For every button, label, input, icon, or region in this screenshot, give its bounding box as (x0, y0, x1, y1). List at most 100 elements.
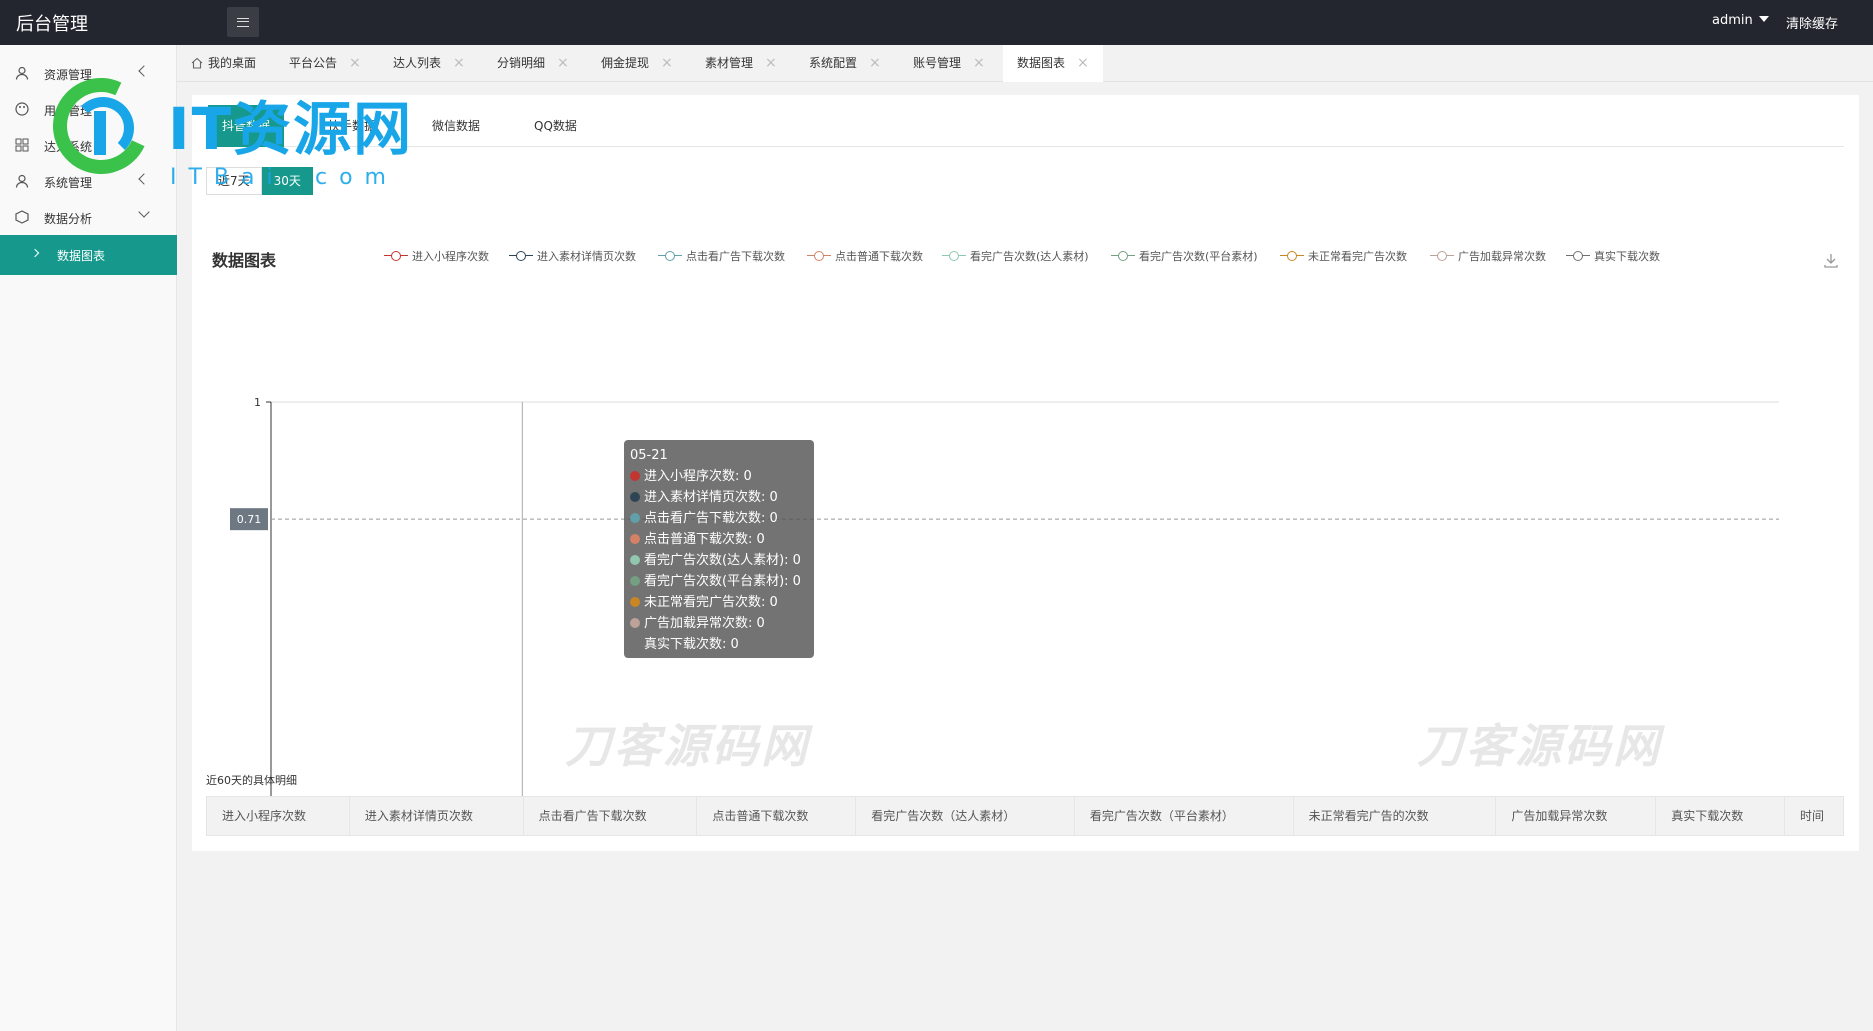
watermark-logo: IT资源网 ITBai com (39, 64, 470, 195)
tooltip-text: 进入素材详情页次数: 0 (644, 490, 778, 505)
legend-label: 广告加载异常次数 (1458, 250, 1546, 263)
tooltip-row: 进入小程序次数: 0 (630, 466, 808, 487)
table-header-cell: 时间 (1800, 809, 1825, 823)
tab-label: 系统配置 (809, 56, 858, 70)
tab-label: 数据图表 (1017, 56, 1066, 70)
close-icon[interactable]: × (973, 45, 985, 82)
tab-data-chart[interactable]: 数据图表 × (1003, 45, 1103, 82)
sidebar-item-analytics[interactable]: 数据分析 (0, 199, 177, 235)
table-header-cell: 进入小程序次数 (207, 797, 350, 835)
crosshair-y-label: 0.71 (237, 513, 262, 526)
close-icon[interactable]: × (1077, 45, 1089, 82)
legend-label: 未正常看完广告次数 (1308, 250, 1407, 263)
table-header-cell: 真实下载次数 (1656, 797, 1786, 835)
tooltip-text: 点击普通下载次数: 0 (644, 532, 765, 547)
tooltip-dot (630, 639, 640, 649)
download-icon[interactable] (1823, 252, 1839, 268)
tooltip-dot (630, 471, 640, 481)
table-header-cell: 看完广告次数（达人素材） (856, 797, 1075, 835)
watermark-bar (94, 111, 106, 155)
palette-icon (15, 102, 29, 116)
chart-title: 数据图表 (212, 251, 277, 270)
tooltip-text: 进入小程序次数: 0 (644, 469, 752, 484)
close-icon[interactable]: × (661, 45, 673, 82)
user-menu[interactable]: admin (1712, 13, 1769, 28)
legend-marker (1437, 251, 1447, 261)
brand-title: 后台管理 (16, 14, 88, 35)
legend-marker (1118, 251, 1128, 261)
tooltip-row: 看完广告次数(平台素材): 0 (630, 571, 808, 592)
sidebar-toggle-button[interactable] (227, 7, 259, 37)
close-icon[interactable]: × (869, 45, 881, 82)
watermark-subtext: com (315, 165, 398, 190)
tooltip-text: 真实下载次数: 0 (644, 637, 739, 652)
subtab-qq[interactable]: QQ数据 (534, 105, 577, 147)
legend-marker (665, 251, 675, 261)
tooltip-row: 进入素材详情页次数: 0 (630, 487, 808, 508)
user-name: admin (1712, 13, 1753, 28)
legend-label: 点击普通下载次数 (835, 250, 923, 263)
legend-marker (814, 251, 824, 261)
detail-table-header: 进入小程序次数 进入素材详情页次数 点击看广告下载次数 点击普通下载次数 看完广告次数（… (206, 796, 1844, 836)
legend-marker (1573, 251, 1583, 261)
legend-label: 进入小程序次数 (412, 250, 489, 263)
watermark-faint: 刀客源码网 (565, 719, 810, 773)
tooltip-text: 广告加载异常次数: 0 (644, 616, 765, 631)
tooltip-row: 看完广告次数(达人素材): 0 (630, 550, 808, 571)
tooltip-dot (630, 534, 640, 544)
legend-label: 进入素材详情页次数 (537, 250, 636, 263)
watermark-faint: 刀客源码网 (1417, 719, 1662, 773)
legend-label: 看完广告次数(平台素材) (1139, 250, 1258, 263)
close-icon[interactable]: × (557, 45, 569, 82)
watermark-text: IT资源网 (168, 95, 414, 163)
legend-label: 真实下载次数 (1594, 250, 1660, 263)
tooltip-dot (630, 597, 640, 607)
tooltip-dot (630, 555, 640, 565)
caret-down-icon (1758, 16, 1769, 22)
tooltip-row: 广告加载异常次数: 0 (630, 613, 808, 634)
tab-withdrawal[interactable]: 佣金提现 × (601, 45, 681, 82)
tooltip-row: 点击普通下载次数: 0 (630, 529, 808, 550)
table-header-cell: 广告加载异常次数 (1496, 797, 1657, 835)
tooltip-dot (630, 492, 640, 502)
tooltip-text: 未正常看完广告次数: 0 (644, 595, 778, 610)
tooltip-text: 看完广告次数(平台素材): 0 (644, 574, 801, 589)
user-icon (15, 174, 29, 188)
tab-label: 账号管理 (913, 56, 962, 70)
top-header: 后台管理 admin 清除缓存 (0, 0, 1873, 45)
table-header-cell: 点击看广告下载次数 (524, 797, 698, 835)
tab-label: 素材管理 (705, 56, 754, 70)
sidebar-subitem-data-chart[interactable]: 数据图表 (0, 235, 177, 275)
tooltip-row: 点击看广告下载次数: 0 (630, 508, 808, 529)
tab-materials[interactable]: 素材管理 × (705, 45, 785, 82)
chevron-down-icon (138, 206, 150, 218)
y-tick-label: 1 (254, 396, 261, 409)
tab-distribution[interactable]: 分销明细 × (497, 45, 577, 82)
tooltip-text: 看完广告次数(达人素材): 0 (644, 553, 801, 568)
chart-tooltip: 05-21 进入小程序次数: 0 进入素材详情页次数: 0 点击看广告下载次数: 0… (624, 440, 814, 658)
sidebar-subitem-label: 数据图表 (57, 249, 106, 263)
tooltip-title: 05-21 (630, 448, 668, 463)
detail-title: 近60天的具体明细 (206, 774, 297, 787)
legend-marker (516, 251, 526, 261)
watermark-subtext: ITBai (170, 165, 285, 190)
legend-label: 看完广告次数(达人素材) (970, 250, 1089, 263)
chevron-right-icon (30, 248, 40, 258)
close-icon[interactable]: × (765, 45, 777, 82)
grid-icon (15, 138, 29, 152)
tooltip-dot (630, 618, 640, 628)
tab-label: 佣金提现 (601, 56, 650, 70)
tooltip-dot (630, 513, 640, 523)
legend-marker (949, 251, 959, 261)
clear-cache-button[interactable]: 清除缓存 (1786, 13, 1838, 32)
tab-label: 分销明细 (497, 56, 546, 70)
tab-system-config[interactable]: 系统配置 × (809, 45, 889, 82)
table-header-cell: 看完广告次数（平台素材） (1075, 797, 1294, 835)
tab-accounts[interactable]: 账号管理 × (913, 45, 993, 82)
table-header-cell: 未正常看完广告的次数 (1294, 797, 1497, 835)
tooltip-text: 点击看广告下载次数: 0 (644, 511, 778, 526)
legend-marker (391, 251, 401, 261)
tooltip-row: 真实下载次数: 0 (630, 634, 808, 655)
home-icon (191, 57, 203, 69)
menu-icon (237, 17, 249, 27)
